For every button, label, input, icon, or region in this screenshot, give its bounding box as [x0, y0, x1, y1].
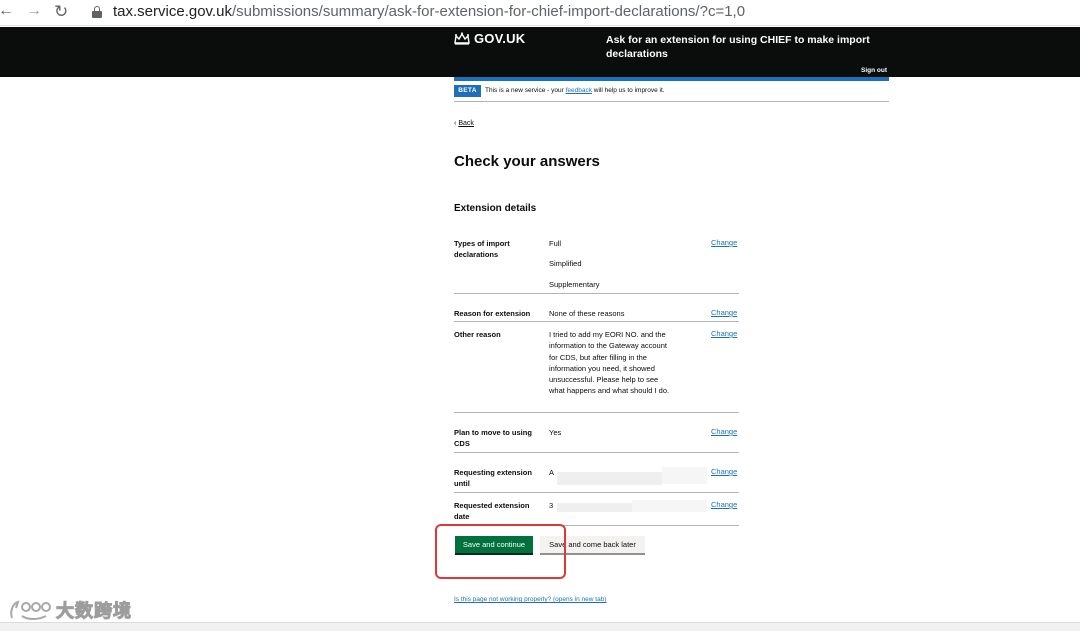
- feedback-link[interactable]: feedback: [566, 87, 592, 94]
- phase-text: This is a new service - your feedback wi…: [485, 87, 665, 94]
- forward-arrow-icon[interactable]: →: [26, 2, 42, 20]
- summary-key: Requested extension date: [454, 501, 530, 521]
- summary-value: I tried to add my EORI NO. and the infor…: [549, 330, 670, 396]
- sign-out-link[interactable]: Sign out: [861, 67, 887, 74]
- summary-row-reason: Reason for extension None of these reaso…: [454, 308, 739, 322]
- logo-text: GOV.UK: [474, 31, 526, 46]
- change-link-requesting-until[interactable]: Change: [711, 467, 737, 476]
- url-path: /submissions/summary/ask-for-extension-f…: [231, 3, 746, 20]
- reload-icon[interactable]: ↻: [54, 2, 68, 22]
- back-link[interactable]: ‹ Back: [454, 120, 474, 127]
- service-name[interactable]: Ask for an extension for using CHIEF to …: [606, 33, 876, 61]
- phase-banner: BETA This is a new service - your feedba…: [454, 85, 889, 102]
- bottom-divider: [0, 622, 1080, 631]
- summary-row-other-reason: Other reason I tried to add my EORI NO. …: [454, 329, 739, 413]
- change-link-reason[interactable]: Change: [711, 308, 737, 317]
- govuk-header: [0, 27, 1080, 77]
- lock-icon[interactable]: [92, 6, 102, 18]
- summary-key: Reason for extension: [454, 309, 531, 318]
- summary-key: Other reason: [454, 330, 501, 339]
- highlight-annotation: [435, 524, 566, 579]
- chevron-left-icon: ‹: [454, 120, 457, 127]
- summary-key: Types of import declarations: [454, 239, 510, 259]
- summary-row-types: Types of import declarations Full Simpli…: [454, 238, 739, 294]
- watermark-logo-icon: [10, 600, 51, 620]
- browser-address-bar: ← → ↻ tax.service.gov.uk/submissions/sum…: [0, 0, 1080, 26]
- watermark-text: 大数跨境: [56, 601, 132, 622]
- watermark: 大数跨境: [8, 597, 132, 623]
- summary-row-requesting-until: Requesting extension until A Change: [454, 467, 739, 493]
- type-supplementary: Supplementary: [549, 279, 600, 289]
- govuk-logo[interactable]: GOV.UK: [454, 31, 525, 46]
- summary-value: Yes: [549, 428, 562, 437]
- type-full: Full: [549, 239, 562, 248]
- change-link-plan[interactable]: Change: [711, 427, 737, 436]
- summary-key: Plan to move to using CDS: [454, 428, 532, 448]
- change-link-other-reason[interactable]: Change: [711, 329, 737, 338]
- page-not-working-link[interactable]: Is this page not working properly? (open…: [454, 596, 606, 603]
- url-field[interactable]: tax.service.gov.uk/submissions/summary/a…: [113, 3, 745, 20]
- redacted-area: [557, 472, 662, 485]
- url-host: tax.service.gov.uk: [113, 3, 232, 20]
- page-title: Check your answers: [454, 153, 600, 170]
- summary-value: Full Simplified Supplementary: [549, 238, 674, 290]
- summary-row-requested-date: Requested extension date 3 Change: [454, 500, 739, 526]
- back-arrow-icon[interactable]: ←: [0, 2, 14, 20]
- change-link-requested-date[interactable]: Change: [711, 500, 737, 509]
- redacted-area: [632, 500, 707, 512]
- change-link-types[interactable]: Change: [711, 238, 737, 247]
- summary-value: None of these reasons: [549, 309, 625, 318]
- section-title: Extension details: [454, 203, 537, 214]
- summary-key: Requesting extension until: [454, 468, 532, 488]
- redacted-area: [662, 467, 707, 484]
- redacted-area: [557, 503, 632, 512]
- type-simplified: Simplified: [549, 259, 582, 269]
- beta-tag: BETA: [454, 85, 481, 97]
- header-blue-bar: [454, 77, 889, 81]
- summary-row-plan: Plan to move to using CDS Yes Change: [454, 427, 739, 453]
- crown-icon: [454, 32, 470, 45]
